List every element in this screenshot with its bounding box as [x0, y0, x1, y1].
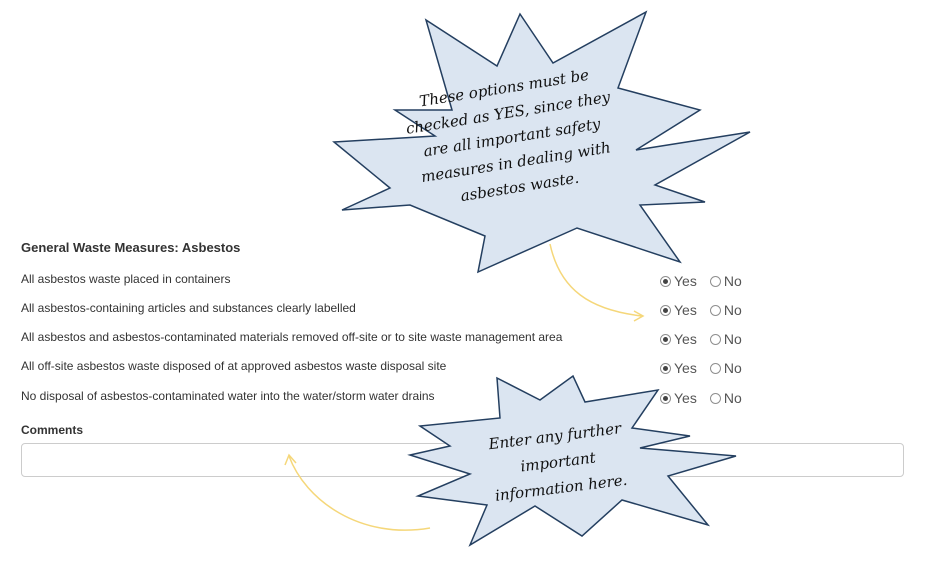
yes-no-radio-group: Yes No — [660, 361, 755, 375]
yes-option[interactable]: Yes — [660, 391, 697, 405]
yes-no-radio-group: Yes No — [660, 303, 755, 317]
no-option[interactable]: No — [709, 302, 742, 318]
question-label: No disposal of asbestos-contaminated wat… — [21, 389, 435, 403]
no-radio[interactable] — [709, 333, 721, 345]
question-row: All asbestos-containing articles and sub… — [21, 301, 781, 327]
yes-option[interactable]: Yes — [660, 303, 697, 317]
yes-label: Yes — [674, 331, 697, 347]
yes-option[interactable]: Yes — [660, 332, 697, 346]
question-label: All asbestos and asbestos-contaminated m… — [21, 330, 563, 344]
no-label: No — [723, 331, 742, 347]
yes-radio-checked[interactable] — [660, 275, 671, 287]
yes-option[interactable]: Yes — [660, 274, 697, 288]
no-radio[interactable] — [709, 362, 721, 374]
no-option[interactable]: No — [709, 331, 742, 347]
question-row: All off-site asbestos waste disposed of … — [21, 359, 781, 385]
yes-radio-checked[interactable] — [660, 304, 671, 316]
question-label: All off-site asbestos waste disposed of … — [21, 359, 447, 373]
no-label: No — [723, 273, 742, 289]
question-row: All asbestos and asbestos-contaminated m… — [21, 330, 781, 356]
question-row: No disposal of asbestos-contaminated wat… — [21, 389, 781, 415]
no-label: No — [723, 390, 742, 406]
no-option[interactable]: No — [709, 390, 742, 406]
no-option[interactable]: No — [709, 360, 742, 376]
yes-no-radio-group: Yes No — [660, 274, 755, 288]
yes-radio-checked[interactable] — [660, 392, 671, 404]
no-label: No — [723, 302, 742, 318]
section-title: General Waste Measures: Asbestos — [21, 240, 241, 255]
no-option[interactable]: No — [709, 273, 742, 289]
yes-no-radio-group: Yes No — [660, 332, 755, 346]
yes-label: Yes — [674, 273, 697, 289]
no-radio[interactable] — [709, 275, 721, 287]
question-row: All asbestos waste placed in containers … — [21, 272, 781, 298]
no-label: No — [723, 360, 742, 376]
yes-label: Yes — [674, 360, 697, 376]
question-label: All asbestos-containing articles and sub… — [21, 301, 356, 315]
comments-input[interactable] — [21, 443, 904, 477]
yes-no-radio-group: Yes No — [660, 391, 755, 405]
no-radio[interactable] — [709, 304, 721, 316]
yes-radio-checked[interactable] — [660, 362, 671, 374]
comments-label: Comments — [21, 423, 84, 437]
callout-text: Enter any further important information … — [487, 415, 629, 509]
yes-label: Yes — [674, 390, 697, 406]
no-radio[interactable] — [709, 392, 721, 404]
yes-radio-checked[interactable] — [660, 333, 671, 345]
yes-label: Yes — [674, 302, 697, 318]
callout-text: These options must be checked as YES, si… — [400, 60, 623, 216]
yes-option[interactable]: Yes — [660, 361, 697, 375]
question-label: All asbestos waste placed in containers — [21, 272, 231, 286]
